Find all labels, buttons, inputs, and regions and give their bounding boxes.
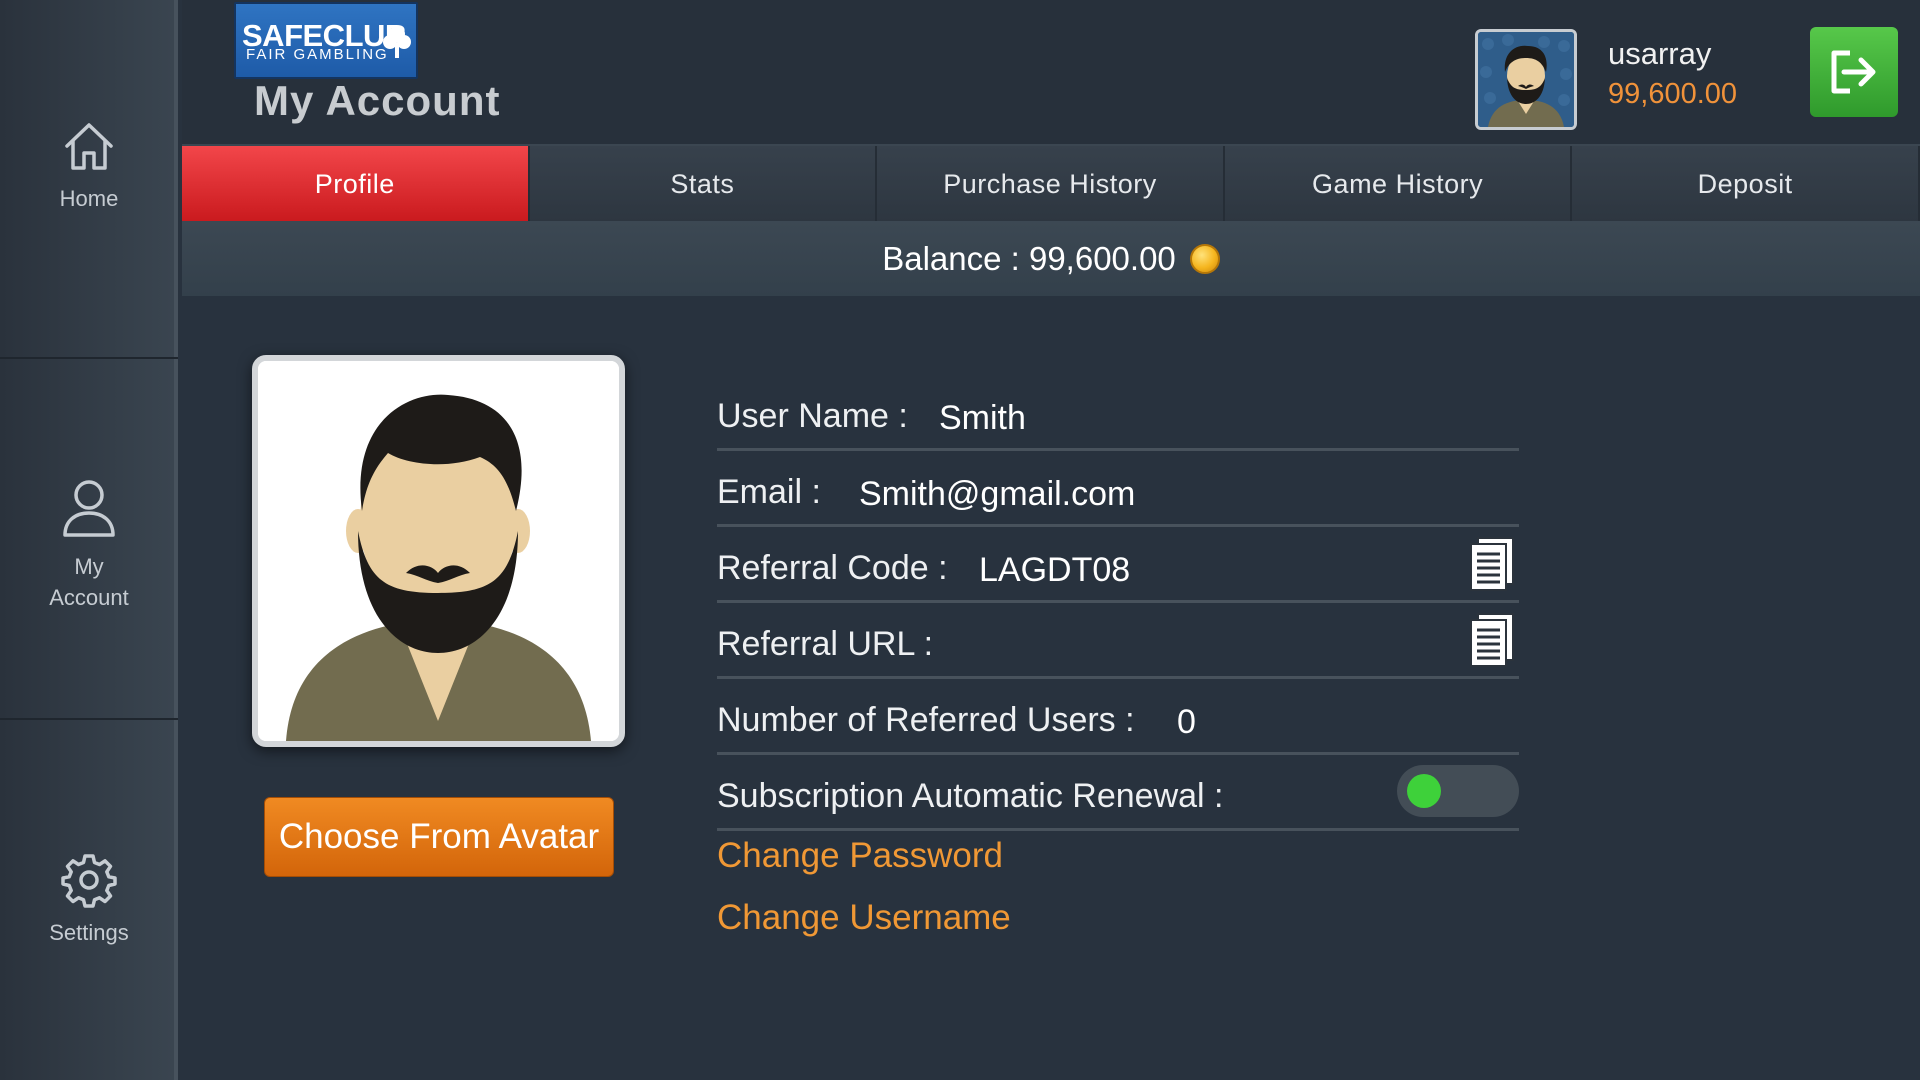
referral-code-label: Referral Code : <box>717 549 948 587</box>
username-label: usarray <box>1608 36 1712 71</box>
header: SAFECLUB FAIR GAMBLING My Account usarra… <box>182 0 1920 144</box>
page-title: My Account <box>254 77 501 124</box>
sidebar-item-my-account[interactable]: My Account <box>0 357 178 718</box>
referral-url-row: Referral URL : <box>717 603 1519 679</box>
sidebar-item-label-line1: My <box>74 554 104 579</box>
referral-url-label: Referral URL : <box>717 625 934 663</box>
profile-avatar <box>252 355 625 747</box>
home-icon <box>65 123 113 170</box>
auto-renewal-row: Subscription Automatic Renewal : <box>717 755 1519 831</box>
coin-icon <box>1189 243 1220 274</box>
tab-profile[interactable]: Profile <box>182 146 530 223</box>
referred-users-row: Number of Referred Users : 0 <box>717 679 1519 755</box>
gear-icon <box>61 854 117 908</box>
clover-icon <box>383 26 411 58</box>
referral-code-row: Referral Code : LAGDT08 <box>717 527 1519 603</box>
toggle-knob <box>1407 774 1441 808</box>
username-field-value: Smith <box>939 399 1026 437</box>
change-password-link[interactable]: Change Password <box>717 836 1003 876</box>
tab-game-history[interactable]: Game History <box>1224 146 1573 223</box>
referral-code-value: LAGDT08 <box>979 551 1131 589</box>
header-avatar[interactable] <box>1475 29 1577 130</box>
tab-stats[interactable]: Stats <box>529 146 878 223</box>
sidebar-item-label-line2: Account <box>49 585 129 610</box>
tab-deposit[interactable]: Deposit <box>1572 146 1920 223</box>
user-icon <box>63 480 115 537</box>
logo-sub-text: FAIR GAMBLING <box>246 46 389 63</box>
safeclub-logo: SAFECLUB FAIR GAMBLING <box>234 2 418 79</box>
sidebar-item-label: Settings <box>49 920 129 945</box>
copy-icon[interactable] <box>1469 536 1515 592</box>
sidebar: Home My Account Settings <box>0 0 178 1080</box>
balance-bar: Balance : 99,600.00 <box>182 221 1920 296</box>
sidebar-item-label: Home <box>59 186 119 211</box>
email-field-label: Email : <box>717 473 821 511</box>
header-balance: 99,600.00 <box>1608 78 1738 110</box>
logout-button[interactable] <box>1810 27 1898 117</box>
sidebar-item-home[interactable]: Home <box>0 0 178 357</box>
copy-icon[interactable] <box>1469 612 1515 668</box>
balance-text: Balance : 99,600.00 <box>882 239 1176 277</box>
username-row: User Name : Smith <box>717 375 1519 451</box>
auto-renewal-label: Subscription Automatic Renewal : <box>717 777 1224 815</box>
username-field-label: User Name : <box>717 397 908 435</box>
referred-users-value: 0 <box>1177 703 1196 741</box>
choose-from-avatar-button[interactable]: Choose From Avatar <box>264 797 614 877</box>
profile-fields: User Name : Smith Email : Smith@gmail.co… <box>717 375 1519 831</box>
change-username-link[interactable]: Change Username <box>717 898 1011 938</box>
tab-bar: Profile Stats Purchase History Game Hist… <box>182 144 1920 223</box>
avatar-image <box>1478 32 1574 127</box>
avatar-image <box>258 361 619 741</box>
email-field-value: Smith@gmail.com <box>859 475 1136 513</box>
sidebar-item-settings[interactable]: Settings <box>0 718 178 1080</box>
email-row: Email : Smith@gmail.com <box>717 451 1519 527</box>
auto-renewal-toggle[interactable] <box>1397 765 1519 817</box>
sidebar-item-label: My Account <box>49 551 129 613</box>
tab-purchase-history[interactable]: Purchase History <box>877 146 1225 223</box>
logout-icon <box>1831 50 1876 94</box>
referred-users-label: Number of Referred Users : <box>717 701 1135 739</box>
